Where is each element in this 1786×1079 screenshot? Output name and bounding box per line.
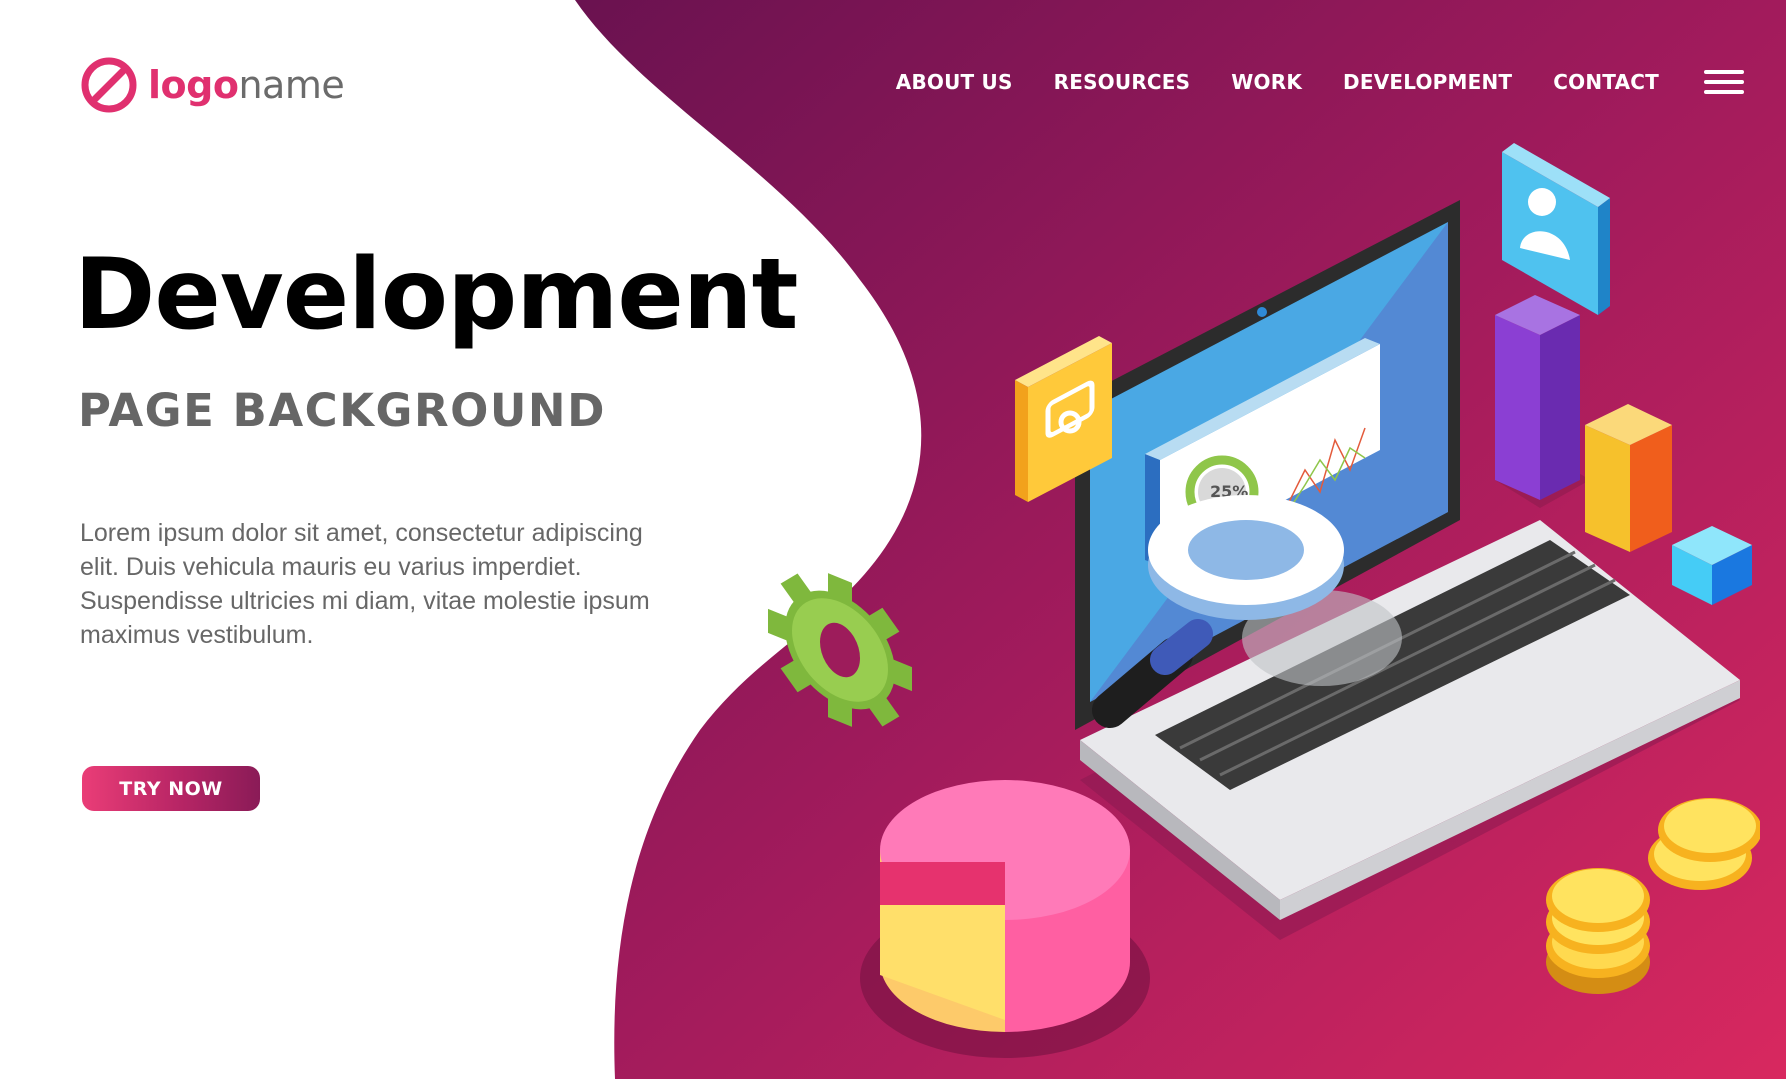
logo-text: logoname bbox=[148, 63, 345, 107]
try-now-button[interactable]: TRY NOW bbox=[82, 766, 260, 811]
coins-icon bbox=[1546, 798, 1760, 994]
hamburger-menu-icon[interactable] bbox=[1704, 70, 1744, 94]
pie-chart-icon bbox=[860, 780, 1150, 1058]
logo[interactable]: logoname bbox=[80, 56, 345, 114]
main-nav: ABOUT US RESOURCES WORK DEVELOPMENT CONT… bbox=[896, 70, 1744, 94]
nav-item-development[interactable]: DEVELOPMENT bbox=[1343, 70, 1512, 94]
nav-item-work[interactable]: WORK bbox=[1231, 70, 1302, 94]
nav-item-about-us[interactable]: ABOUT US bbox=[896, 70, 1013, 94]
page-title: Development bbox=[74, 238, 798, 352]
nav-item-contact[interactable]: CONTACT bbox=[1553, 70, 1659, 94]
nav-item-resources[interactable]: RESOURCES bbox=[1054, 70, 1191, 94]
hero-description: Lorem ipsum dolor sit amet, consectetur … bbox=[80, 519, 650, 649]
logo-text-light: name bbox=[238, 63, 345, 107]
logo-text-strong: logo bbox=[148, 63, 239, 107]
gear-icon bbox=[768, 573, 912, 727]
user-profile-icon bbox=[1502, 143, 1610, 315]
slashed-circle-icon bbox=[81, 57, 137, 113]
development-illustration: 25% bbox=[768, 143, 1760, 1058]
page-subtitle: PAGE BACKGROUND bbox=[78, 384, 606, 437]
